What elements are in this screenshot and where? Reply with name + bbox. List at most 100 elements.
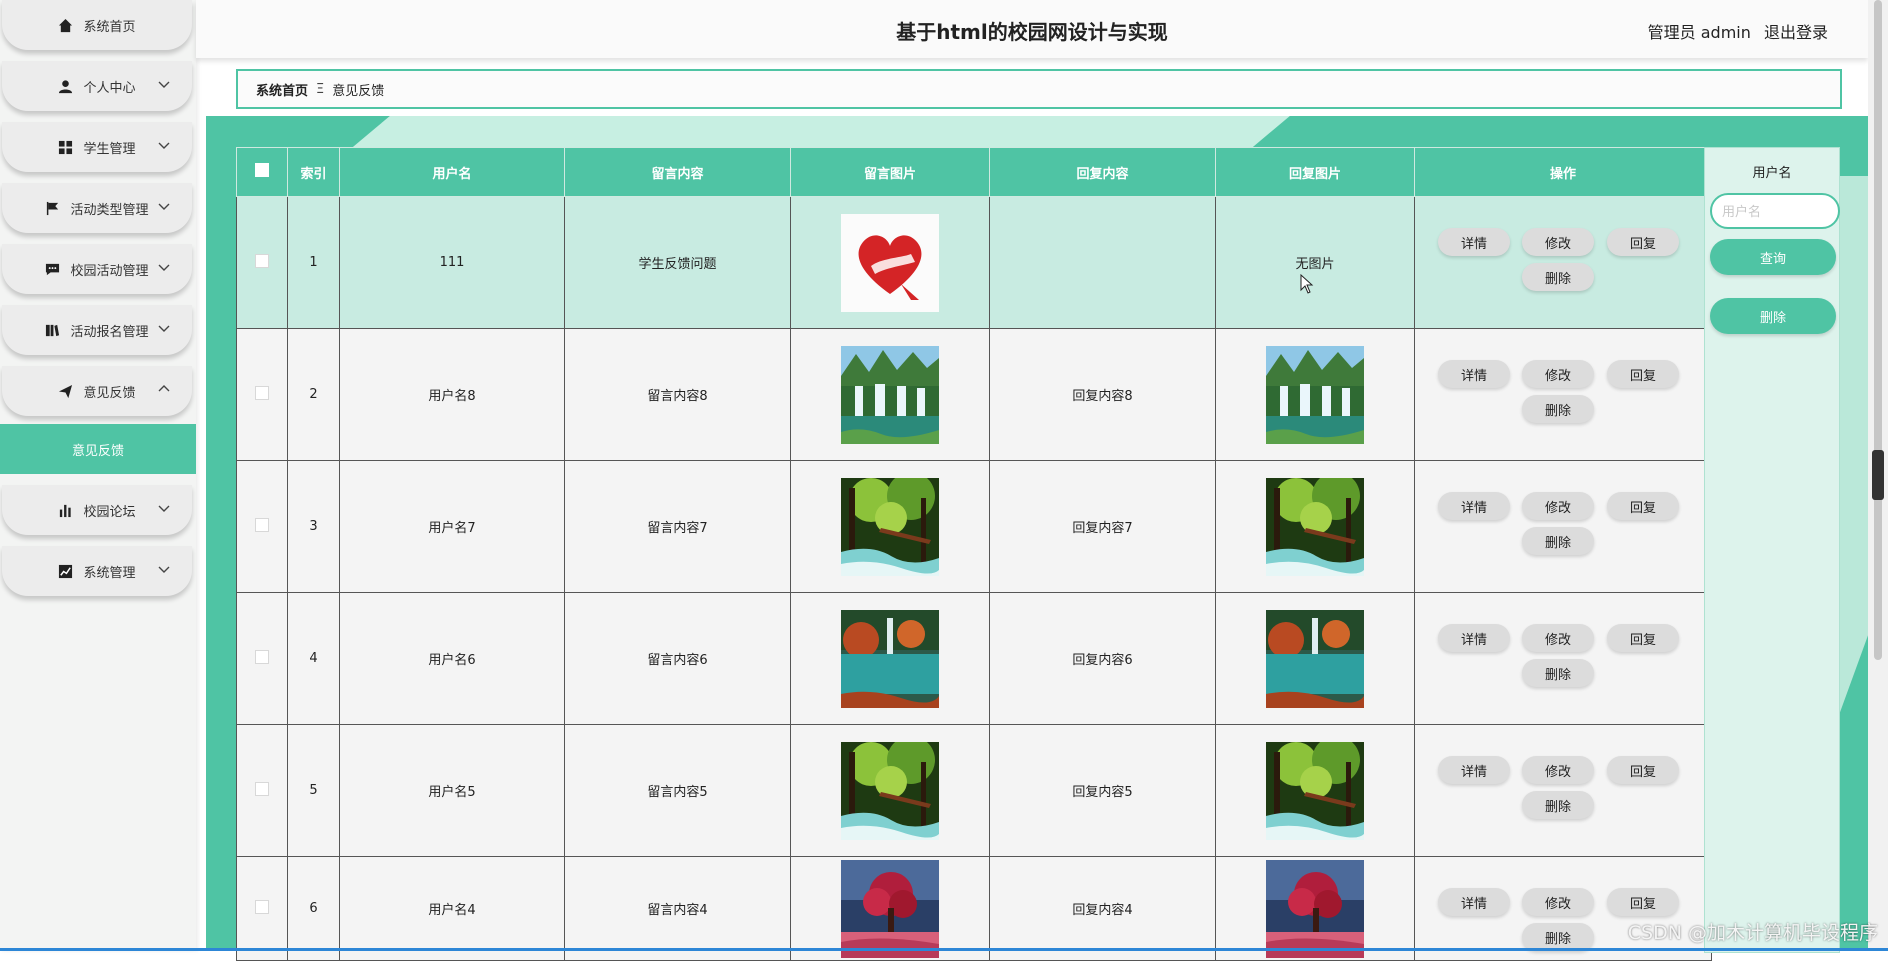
delete-button[interactable]: 删除	[1522, 791, 1594, 819]
sidebar-item-system[interactable]: 系统管理	[2, 546, 192, 596]
table-row[interactable]: 5 用户名5 留言内容5 回复内容5 详情 修改 回复 删除	[236, 724, 1712, 857]
detail-button[interactable]: 详情	[1438, 624, 1510, 652]
row-checkbox[interactable]	[255, 899, 269, 914]
cell-index: 4	[287, 592, 340, 725]
scroll-position-marker	[1872, 450, 1884, 500]
sidebar-item-label: 学生管理	[83, 141, 136, 157]
delete-button[interactable]: 删除	[1522, 395, 1594, 423]
row-checkbox[interactable]	[255, 517, 269, 532]
cell-user: 用户名4	[339, 856, 565, 961]
query-button[interactable]: 查询	[1710, 239, 1836, 275]
cell-index: 6	[287, 856, 340, 961]
feedback-image[interactable]	[841, 214, 939, 312]
app-title: 基于html的校园网设计与实现	[896, 20, 1168, 44]
sidebar-item-profile[interactable]: 个人中心	[2, 61, 192, 111]
edit-button[interactable]: 修改	[1522, 360, 1594, 388]
select-all-checkbox[interactable]	[255, 163, 269, 177]
table-row[interactable]: 4 用户名6 留言内容6 回复内容6 详情 修改 回复 删除	[236, 592, 1712, 725]
sidebar-item-forum[interactable]: 校园论坛	[2, 485, 192, 535]
cell-content: 留言内容4	[564, 856, 791, 961]
sidebar-item-label: 校园论坛	[83, 504, 136, 520]
cell-reply-image: 无图片	[1215, 196, 1415, 329]
row-checkbox[interactable]	[255, 649, 269, 664]
feedback-image[interactable]	[841, 346, 939, 444]
row-checkbox[interactable]	[255, 385, 269, 400]
sidebar-item-feedback[interactable]: 意见反馈	[2, 366, 192, 416]
feedback-image[interactable]	[841, 478, 939, 576]
delete-button[interactable]: 删除	[1522, 527, 1594, 555]
reply-image[interactable]	[1266, 610, 1364, 708]
table-header-row: 索引 用户名 留言内容 留言图片 回复内容 回复图片 操作	[236, 147, 1712, 197]
col-reply: 回复内容	[989, 147, 1216, 197]
detail-button[interactable]: 详情	[1438, 228, 1510, 256]
sidebar-subitem-feedback[interactable]: 意见反馈	[0, 424, 196, 474]
row-select-cell[interactable]	[236, 856, 288, 961]
reply-button[interactable]: 回复	[1607, 492, 1679, 520]
user-name: 管理员 admin	[1647, 23, 1751, 42]
cell-index: 1	[287, 196, 340, 329]
sidebar-item-registrations[interactable]: 活动报名管理	[2, 305, 192, 355]
detail-button[interactable]: 详情	[1438, 756, 1510, 784]
feedback-table: 索引 用户名 留言内容 留言图片 回复内容 回复图片 操作 1 111 学生反馈…	[236, 147, 1712, 961]
detail-button[interactable]: 详情	[1438, 492, 1510, 520]
cell-image	[790, 592, 990, 725]
cell-reply	[989, 196, 1216, 329]
detail-button[interactable]: 详情	[1438, 888, 1510, 916]
row-checkbox[interactable]	[255, 253, 269, 268]
edit-button[interactable]: 修改	[1522, 228, 1594, 256]
reply-button[interactable]: 回复	[1607, 624, 1679, 652]
sidebar: 系统首页 个人中心 学生管理 活动类型管理 校园活动管理 活动报名管理 意见反馈…	[0, 0, 196, 951]
reply-image[interactable]	[1266, 742, 1364, 840]
username-search-input[interactable]	[1710, 193, 1840, 229]
row-select-cell[interactable]	[236, 328, 288, 461]
reply-image[interactable]	[1266, 478, 1364, 576]
select-all-header[interactable]	[236, 147, 288, 197]
reply-button[interactable]: 回复	[1607, 756, 1679, 784]
col-image: 留言图片	[790, 147, 990, 197]
reply-image[interactable]	[1266, 860, 1364, 958]
table-row[interactable]: 3 用户名7 留言内容7 回复内容7 详情 修改 回复 删除	[236, 460, 1712, 593]
row-select-cell[interactable]	[236, 592, 288, 725]
reply-button[interactable]: 回复	[1607, 228, 1679, 256]
chevron-down-icon	[158, 203, 170, 210]
send-icon	[58, 384, 73, 399]
col-index: 索引	[287, 147, 340, 197]
scrollbar-thumb[interactable]	[1874, 0, 1882, 660]
cell-reply: 回复内容7	[989, 460, 1216, 593]
table-row[interactable]: 2 用户名8 留言内容8 回复内容8 详情 修改 回复 删除	[236, 328, 1712, 461]
edit-button[interactable]: 修改	[1522, 756, 1594, 784]
vertical-scrollbar[interactable]	[1868, 0, 1888, 951]
cell-image	[790, 856, 990, 961]
reply-button[interactable]: 回复	[1607, 888, 1679, 916]
flag-icon	[45, 201, 60, 216]
sidebar-item-campus-activities[interactable]: 校园活动管理	[2, 244, 192, 294]
sidebar-item-home[interactable]: 系统首页	[2, 0, 192, 50]
row-checkbox[interactable]	[255, 781, 269, 796]
book-icon	[45, 323, 60, 338]
delete-button[interactable]: 删除	[1522, 263, 1594, 291]
sidebar-item-label: 意见反馈	[83, 385, 136, 401]
logout-link[interactable]: 退出登录	[1764, 23, 1828, 42]
reply-button[interactable]: 回复	[1607, 360, 1679, 388]
sidebar-item-students[interactable]: 学生管理	[2, 122, 192, 172]
table-row[interactable]: 1 111 学生反馈问题 无图片 详情 修改 回复 删除	[236, 196, 1712, 329]
row-select-cell[interactable]	[236, 196, 288, 329]
edit-button[interactable]: 修改	[1522, 492, 1594, 520]
reply-image[interactable]	[1266, 346, 1364, 444]
chevron-down-icon	[158, 566, 170, 573]
cell-index: 3	[287, 460, 340, 593]
row-select-cell[interactable]	[236, 724, 288, 857]
detail-button[interactable]: 详情	[1438, 360, 1510, 388]
row-select-cell[interactable]	[236, 460, 288, 593]
feedback-image[interactable]	[841, 860, 939, 958]
feedback-image[interactable]	[841, 610, 939, 708]
sidebar-item-activity-types[interactable]: 活动类型管理	[2, 183, 192, 233]
delete-button[interactable]: 删除	[1522, 659, 1594, 687]
delete-button[interactable]: 删除	[1522, 923, 1594, 951]
feedback-image[interactable]	[841, 742, 939, 840]
edit-button[interactable]: 修改	[1522, 888, 1594, 916]
table-row[interactable]: 6 用户名4 留言内容4 回复内容4 详情 修改 回复 删除	[236, 856, 1712, 961]
batch-delete-button[interactable]: 删除	[1710, 298, 1836, 334]
breadcrumb-home[interactable]: 系统首页	[256, 80, 308, 99]
edit-button[interactable]: 修改	[1522, 624, 1594, 652]
